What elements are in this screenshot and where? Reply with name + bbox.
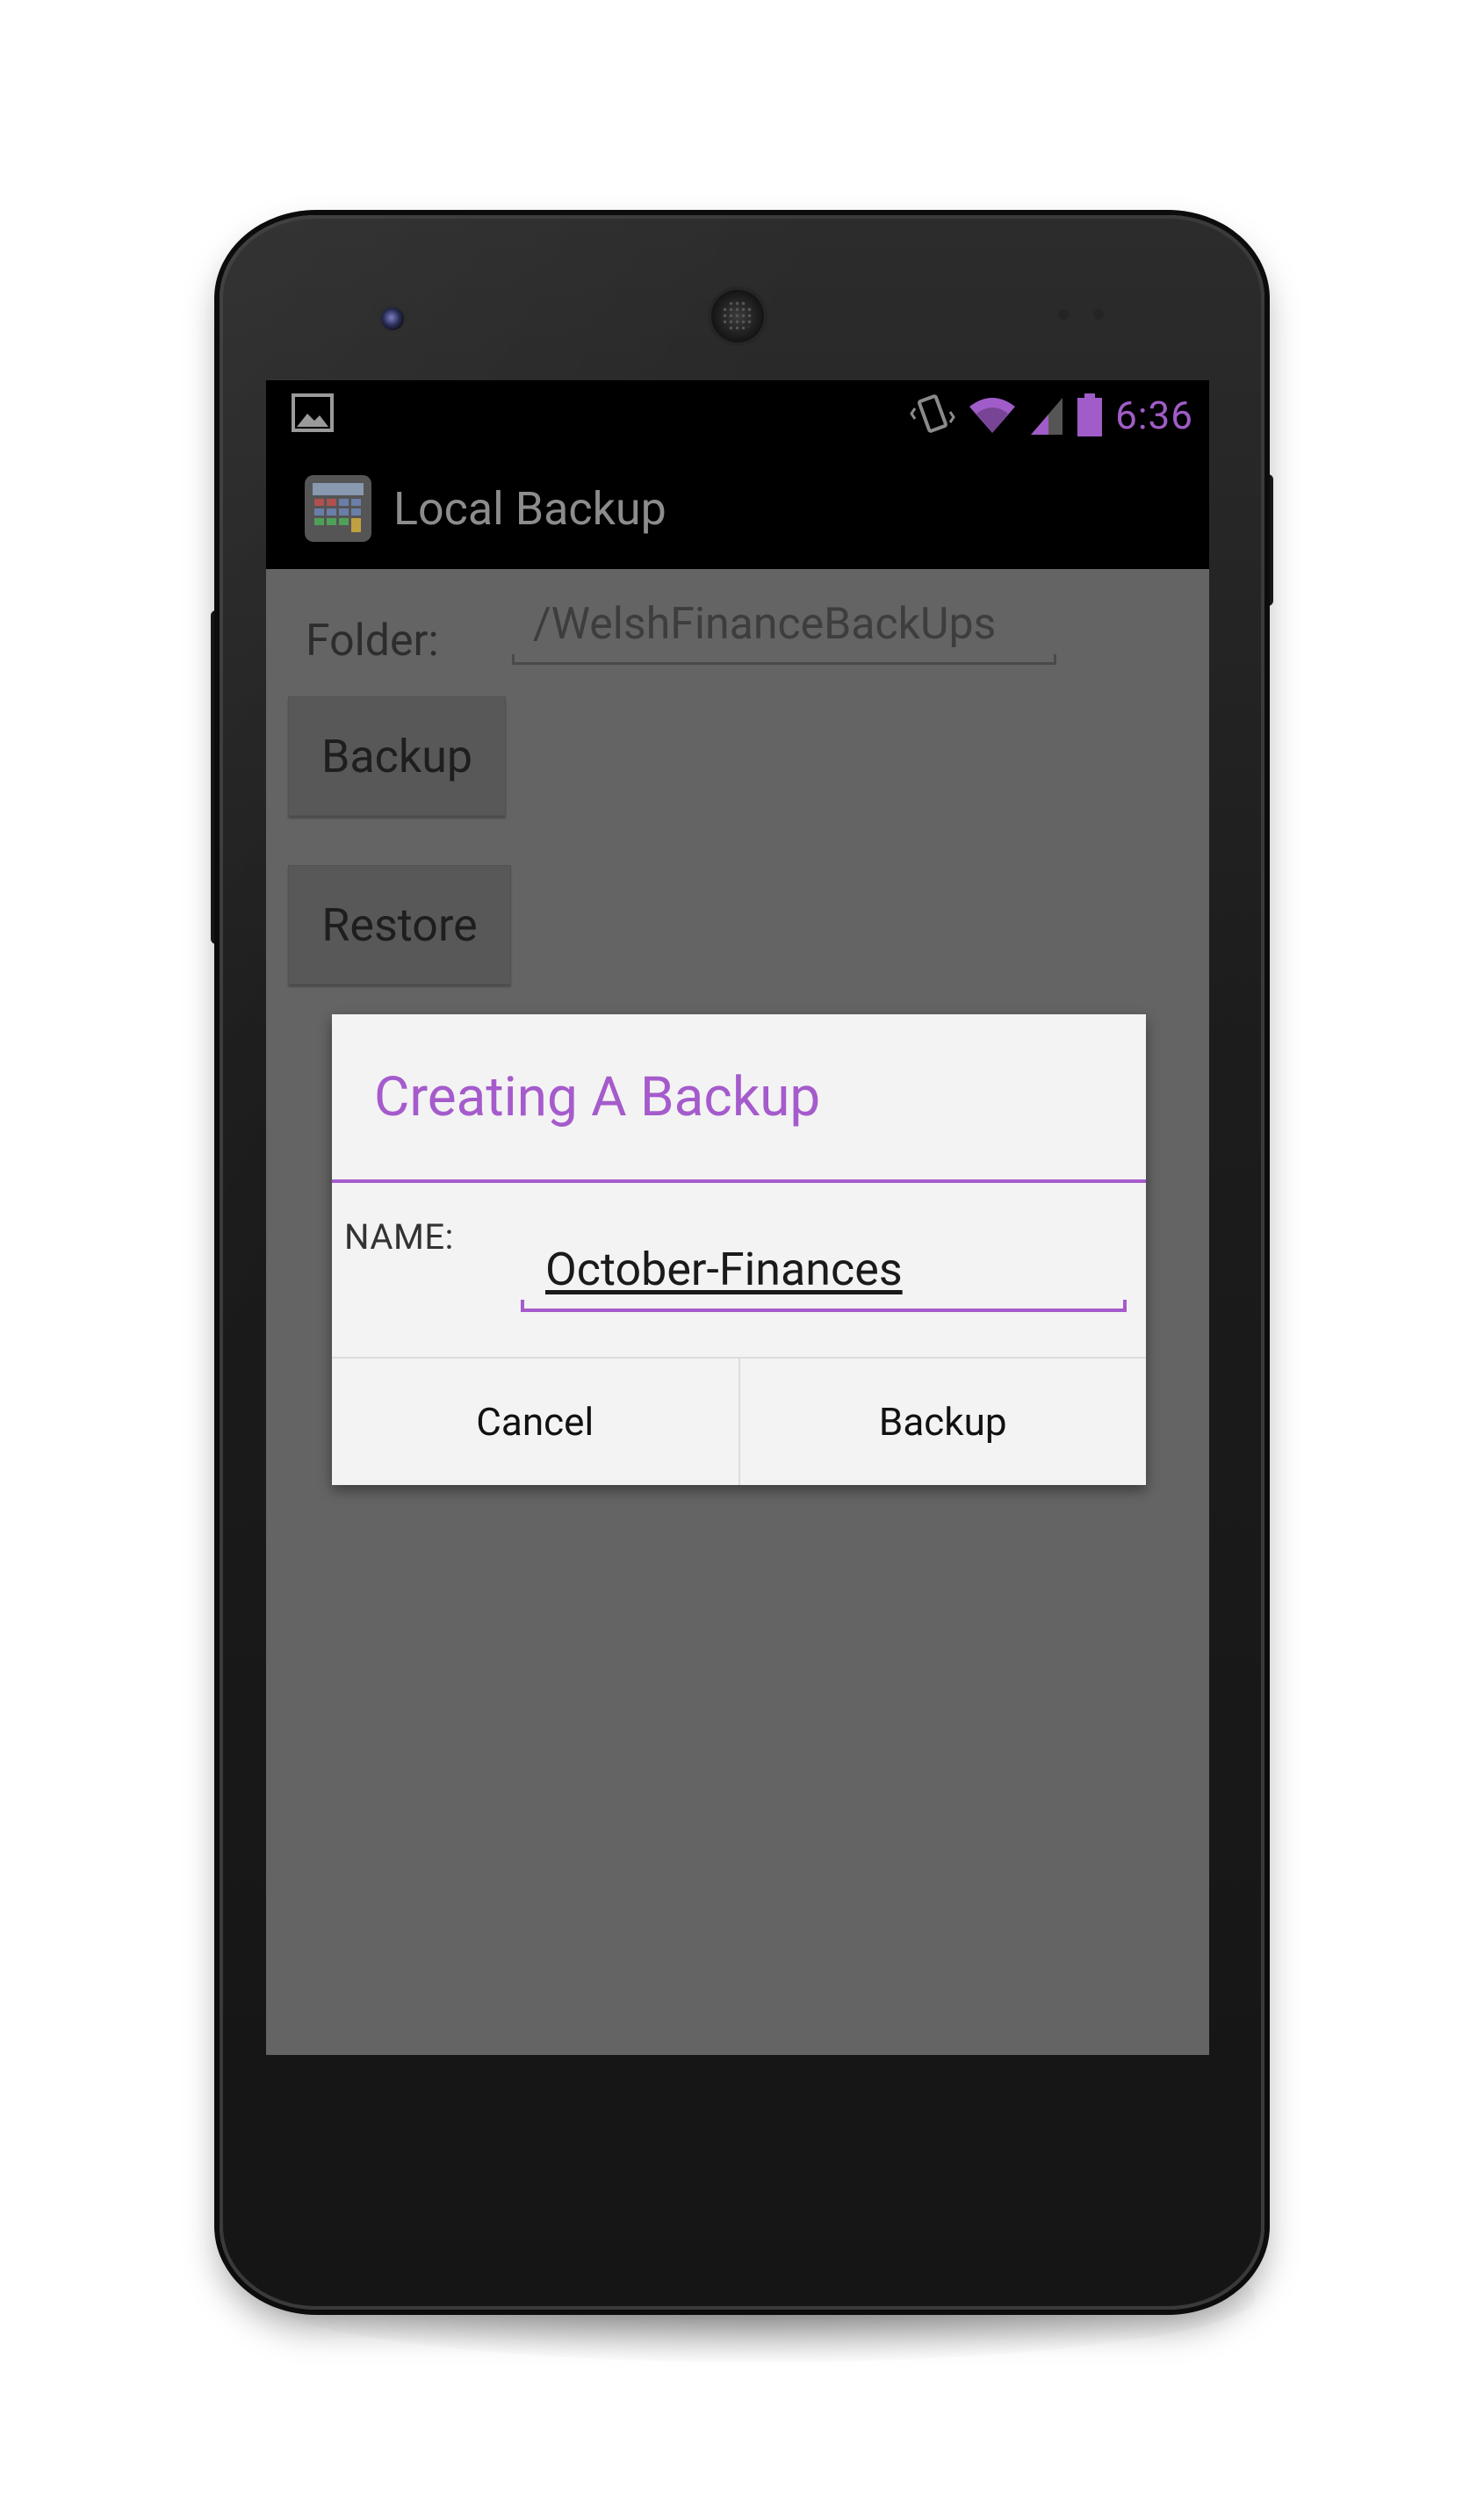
folder-label: Folder: (306, 616, 439, 667)
folder-field-underline (512, 654, 1056, 665)
restore-button[interactable]: Restore (288, 865, 511, 984)
cancel-button[interactable]: Cancel (332, 1359, 738, 1485)
dialog-title-divider (332, 1179, 1146, 1183)
backup-button[interactable]: Backup (288, 696, 506, 816)
calculator-app-icon[interactable] (305, 475, 371, 542)
wifi-icon (969, 398, 1016, 433)
name-field-underline (521, 1300, 1127, 1312)
front-camera-icon (381, 307, 404, 330)
clock-time: 6:36 (1115, 393, 1193, 438)
status-bar: 6:36 (266, 380, 1209, 451)
dialog-button-bar: Cancel Backup (332, 1357, 1146, 1485)
earpiece-speaker-icon (711, 290, 764, 342)
gallery-notification-icon (292, 393, 334, 432)
vibrate-icon (910, 394, 955, 433)
dialog-title: Creating A Backup (374, 1065, 821, 1129)
folder-path-field[interactable] (512, 589, 1056, 660)
action-bar: Local Backup (266, 451, 1209, 569)
page-title: Local Backup (393, 482, 666, 536)
device-stage: 6:36 Local Backup Folder: /WelshFinanceB… (0, 0, 1484, 2509)
name-label: NAME: (344, 1216, 454, 1258)
status-icons: 6:36 (910, 389, 1193, 442)
backup-dialog: Creating A Backup NAME: Cancel Backup (332, 1014, 1146, 1485)
proximity-sensor (1058, 309, 1069, 320)
phone-screen: 6:36 Local Backup Folder: /WelshFinanceB… (266, 380, 1209, 2055)
confirm-backup-button[interactable]: Backup (738, 1359, 1147, 1485)
battery-icon (1077, 393, 1103, 436)
signal-icon (1031, 398, 1063, 435)
backup-name-field[interactable] (521, 1234, 1127, 1304)
light-sensor (1093, 309, 1104, 320)
